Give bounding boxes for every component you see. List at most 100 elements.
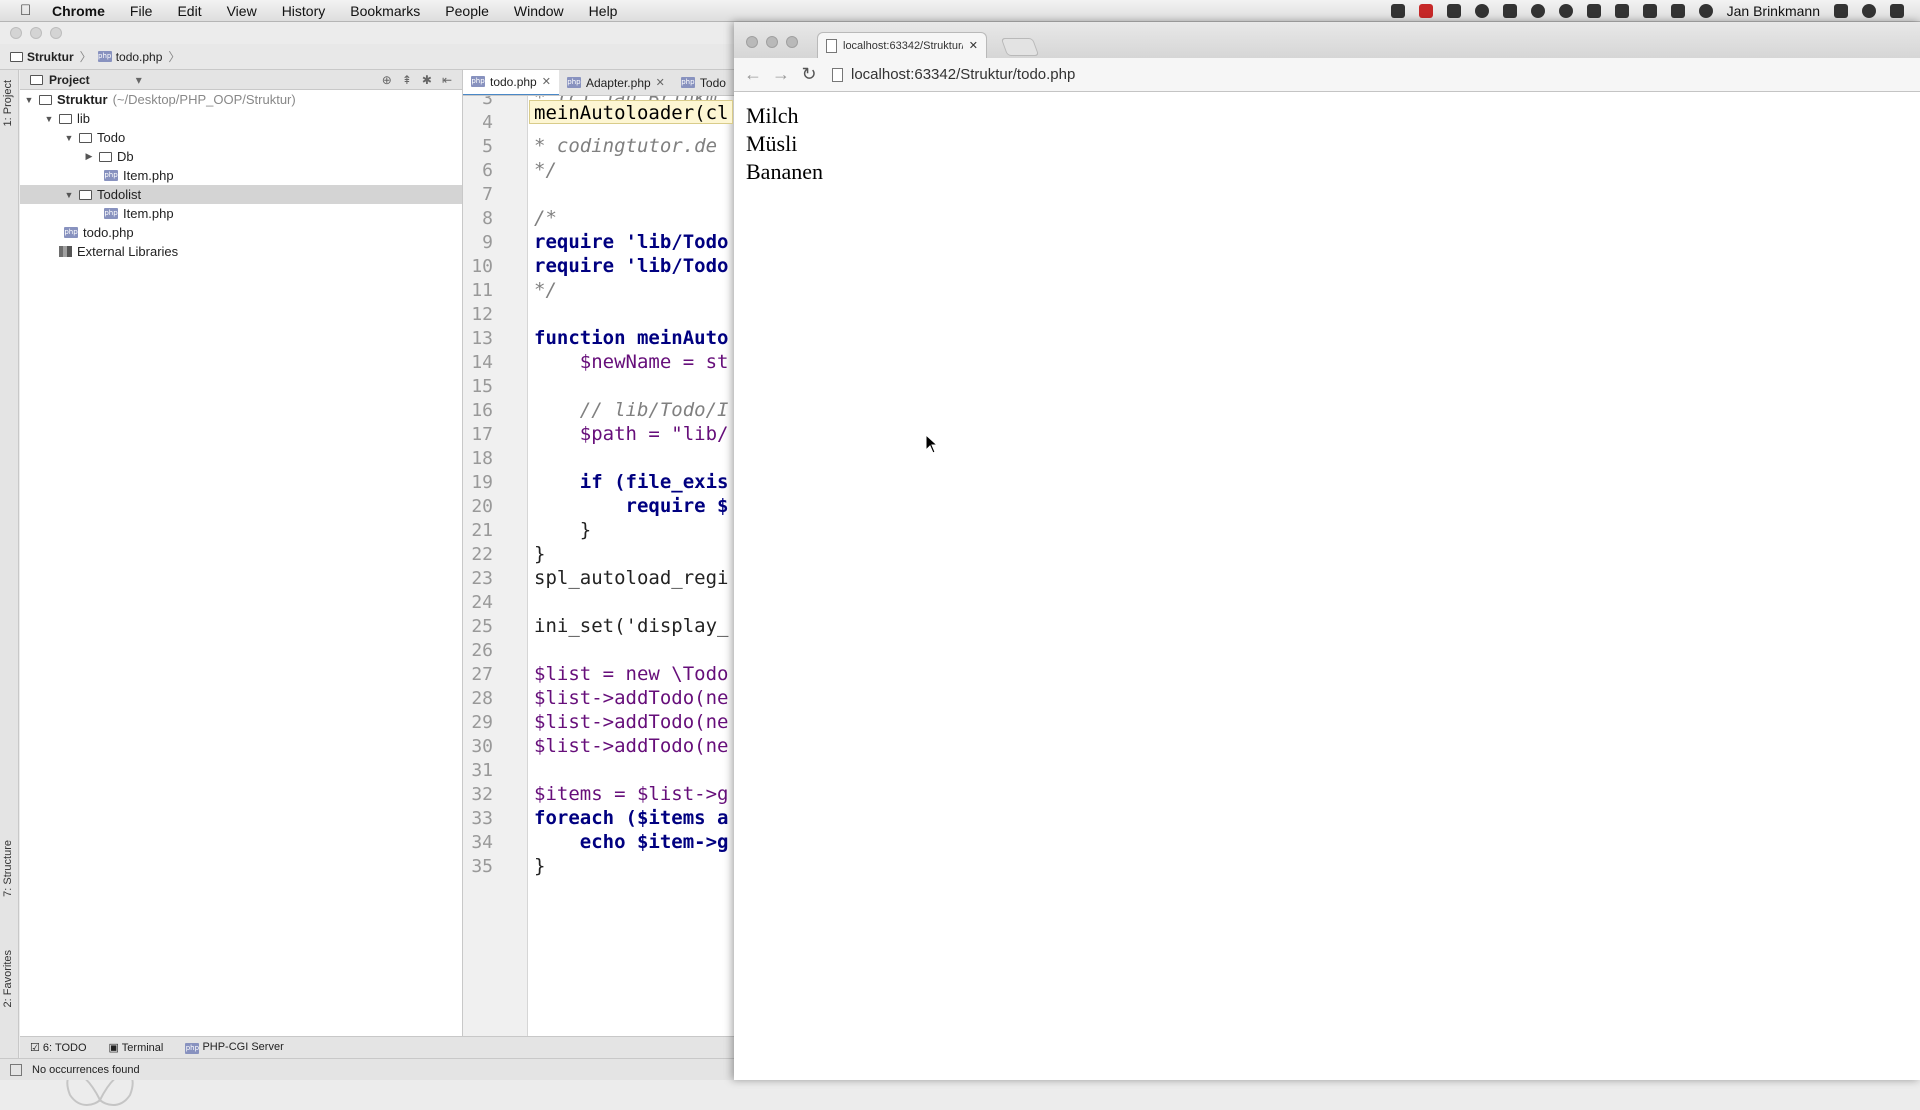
close-icon[interactable]: ✕ [969,39,978,52]
browser-tab[interactable]: localhost:63342/Struktur/t ✕ [817,32,987,58]
bluetooth-icon[interactable] [1670,3,1685,18]
menu-history[interactable]: History [282,3,326,19]
scroll-from-source-icon[interactable]: ⊕ [382,73,392,87]
tree-item-todolist[interactable]: ▼ Todolist [20,185,462,204]
code-line[interactable]: 23 spl_autoload_regi [463,566,735,590]
code-line[interactable]: 12 [463,302,735,326]
code-line[interactable]: 34 echo $item->g [463,830,735,854]
apple-icon[interactable]:  [20,2,38,19]
menu-app-name[interactable]: Chrome [52,3,105,19]
time-machine-icon[interactable] [1698,3,1713,18]
code-line[interactable]: 32 $items = $list->g [463,782,735,806]
breadcrumb-file[interactable]: php todo.php [97,50,162,64]
chevron-down-icon[interactable]: ▼ [64,133,74,143]
chevron-right-icon[interactable]: ▶ [84,151,94,162]
tab-todo[interactable]: php Todo [673,70,734,95]
menu-help[interactable]: Help [589,3,618,19]
code-line[interactable]: 27 $list = new \Todo [463,662,735,686]
code-line[interactable]: 20 require $ [463,494,735,518]
code-line[interactable]: 17 $path = "lib/ [463,422,735,446]
tree-item-item-php[interactable]: php Item.php [20,204,462,223]
tab-adapter-php[interactable]: php Adapter.php ✕ [559,70,673,95]
chevron-down-icon[interactable]: ▾ [136,73,142,87]
menu-window[interactable]: Window [514,3,564,19]
collapse-all-icon[interactable]: ⇞ [402,73,412,87]
code-line[interactable]: 28 $list->addTodo(ne [463,686,735,710]
code-line[interactable]: 8 /* [463,206,735,230]
close-icon[interactable]: ✕ [656,76,665,89]
spotlight-icon[interactable] [1862,3,1876,18]
code-line[interactable]: 21 } [463,518,735,542]
code-line[interactable]: 19 if (file_exis [463,470,735,494]
zoom-window-button[interactable] [786,36,798,48]
tree-item-todo-php[interactable]: php todo.php [20,223,462,242]
code-line[interactable]: 6 */ [463,158,735,182]
new-tab-button[interactable] [1000,38,1040,56]
tree-item-todo-folder[interactable]: ▼ Todo [20,128,462,147]
code-line[interactable]: 22} [463,542,735,566]
chevron-down-icon[interactable]: ▼ [64,190,74,200]
user-name[interactable]: Jan Brinkmann [1727,3,1820,19]
code-line[interactable]: 18 [463,446,735,470]
minimize-window-button[interactable] [766,36,778,48]
menu-edit[interactable]: Edit [177,3,201,19]
hide-panel-icon[interactable]: ⇤ [442,73,452,87]
code-line[interactable]: 24 [463,590,735,614]
code-line[interactable]: 16 // lib/Todo/I [463,398,735,422]
record-icon[interactable] [1418,3,1433,18]
tree-item-db[interactable]: ▶ Db [20,147,462,166]
onepassword-icon[interactable] [1474,3,1489,18]
tree-item-lib[interactable]: ▼ lib [20,109,462,128]
gear-icon[interactable]: ✱ [422,73,432,87]
code-line[interactable]: 35} [463,854,735,878]
chevron-down-icon[interactable]: ▼ [24,95,34,105]
tool-php-cgi-server[interactable]: php PHP-CGI Server [185,1041,284,1054]
breadcrumb-folder[interactable]: Struktur [10,50,74,64]
tool-tab-favorites[interactable]: 2: Favorites [2,950,14,1007]
function-breadcrumb[interactable]: meinAutoloader(cl [529,100,734,124]
menu-view[interactable]: View [227,3,257,19]
tool-todo[interactable]: ☑ 6: TODO [30,1041,87,1054]
tree-item-item-php[interactable]: php Item.php [20,166,462,185]
tool-terminal[interactable]: ▣ Terminal [109,1041,164,1054]
code-area[interactable]: meinAutoloader(cl 3* (c) Jan Brinkm4*5* … [463,96,735,1040]
code-line[interactable]: 11 */ [463,278,735,302]
volume-icon[interactable] [1642,3,1657,18]
minimize-window-button[interactable] [30,27,42,39]
project-panel-title[interactable]: Project [49,73,90,87]
menu-bookmarks[interactable]: Bookmarks [350,3,420,19]
user-icon[interactable] [1834,3,1848,18]
code-line[interactable]: 15 [463,374,735,398]
code-line[interactable]: 29 $list->addTodo(ne [463,710,735,734]
close-window-button[interactable] [746,36,758,48]
tree-item-struktur[interactable]: ▼ Struktur (~/Desktop/PHP_OOP/Struktur) [20,90,462,109]
status-icon[interactable] [10,1063,22,1076]
forward-icon[interactable]: → [772,64,790,85]
code-line[interactable]: 10 require 'lib/Todo [463,254,735,278]
menu-file[interactable]: File [130,3,153,19]
code-line[interactable]: 7 [463,182,735,206]
code-line[interactable]: 31 [463,758,735,782]
tree-item-external-libraries[interactable]: External Libraries [20,242,462,261]
tab-todo-php[interactable]: php todo.php ✕ [463,70,559,95]
notification-center-icon[interactable] [1890,3,1904,18]
code-line[interactable]: 33 foreach ($items a [463,806,735,830]
address-bar[interactable]: localhost:63342/Struktur/todo.php [828,62,1920,88]
creative-cloud-icon[interactable] [1558,3,1573,18]
tool-tab-project[interactable]: 1: Project [2,80,14,126]
zoom-window-button[interactable] [50,27,62,39]
plugin-icon[interactable] [1614,3,1629,18]
code-line[interactable]: 25 ini_set('display_ [463,614,735,638]
chevron-down-icon[interactable]: ▼ [44,114,54,124]
leaf-icon[interactable] [1530,3,1545,18]
reload-icon[interactable]: ↻ [800,64,818,85]
tool-tab-structure[interactable]: 7: Structure [2,840,14,897]
dropbox-icon[interactable] [1586,3,1601,18]
code-line[interactable]: 5 * codingtutor.de [463,134,735,158]
code-line[interactable]: 30 $list->addTodo(ne [463,734,735,758]
evernote-icon[interactable] [1502,3,1517,18]
bookmark-icon[interactable] [1446,3,1461,18]
code-line[interactable]: 13 function meinAuto [463,326,735,350]
close-window-button[interactable] [10,27,22,39]
close-icon[interactable]: ✕ [542,75,551,88]
